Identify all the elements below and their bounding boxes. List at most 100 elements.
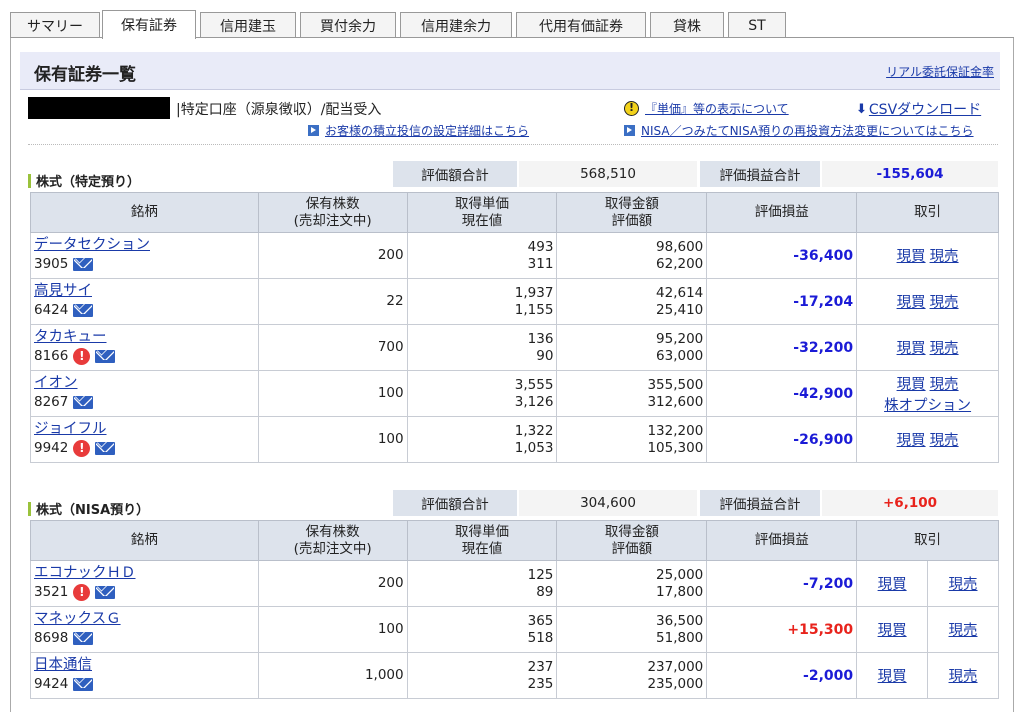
security-code: 9424 — [34, 676, 69, 692]
margin-ratio-link[interactable]: リアル委託保証金率 — [886, 63, 994, 80]
security-code-row: 3521! — [34, 582, 257, 602]
current-price: 518 — [527, 629, 554, 646]
cost-amount: 237,000 — [647, 658, 704, 675]
col-cost: 取得単価 現在値 — [406, 520, 558, 561]
security-code-row: 9942! — [34, 438, 257, 458]
security-cell: 日本通信 9424 — [30, 652, 259, 699]
mail-icon[interactable] — [73, 631, 94, 645]
tab-stock-lending[interactable]: 貸株 — [650, 12, 724, 38]
tab-holdings[interactable]: 保有証券 — [102, 10, 196, 39]
cash-sell-link[interactable]: 現売 — [949, 623, 978, 639]
qty-cell: 100 — [257, 606, 408, 653]
tab-buying-power[interactable]: 買付余力 — [300, 12, 396, 38]
cost-amount: 355,500 — [647, 376, 704, 393]
market-value: 312,600 — [647, 393, 704, 410]
nisa-reinvest-link[interactable]: NISA／つみたてNISA預りの再投資方法変更についてはこちら — [641, 122, 974, 139]
holdings-table-tokutei: 銘柄 保有株数 (売却注文中) 取得単価 現在値 取得金額 評価額 評価損益 取引 デ… — [30, 192, 999, 463]
cost-amount: 42,614 — [656, 284, 704, 301]
security-name-link[interactable]: イオン — [34, 375, 257, 392]
table-row: マネックスＧ 8698 100 365 518 36,500 51,800 +15,300 現買… — [30, 606, 999, 653]
security-code: 3521 — [34, 584, 69, 600]
table-row: ジョイフル 9942! 100 1,322 1,053 132,200 105,300 -26… — [30, 416, 999, 463]
alert-icon[interactable]: ! — [73, 439, 91, 457]
col-pl: 評価損益 — [706, 520, 858, 561]
cash-sell-link[interactable]: 現売 — [930, 341, 959, 357]
arrow-bullet-icon — [308, 125, 319, 136]
col-qty: 保有株数 (売却注文中) — [257, 192, 408, 233]
cash-sell-link[interactable]: 現売 — [930, 377, 959, 393]
cost-price-cell: 3,555 3,126 — [406, 370, 558, 417]
security-name-link[interactable]: 高見サイ — [34, 283, 257, 300]
csv-download-link[interactable]: CSVダウンロード — [869, 99, 981, 119]
tab-bar: サマリー 保有証券 信用建玉 買付余力 信用建余力 代用有価証券 貸株 ST — [10, 10, 1014, 39]
holdings-table-nisa: 銘柄 保有株数 (売却注文中) 取得単価 現在値 取得金額 評価額 評価損益 取引 エ… — [30, 520, 999, 699]
security-cell: 高見サイ 6424 — [30, 278, 259, 325]
cash-buy-link[interactable]: 現買 — [878, 669, 907, 685]
cash-buy-link[interactable]: 現買 — [897, 433, 926, 449]
qty: 100 — [377, 431, 404, 447]
alert-icon[interactable]: ! — [73, 583, 91, 601]
cash-buy-link[interactable]: 現買 — [878, 623, 907, 639]
mail-icon[interactable] — [95, 441, 116, 455]
tab-st[interactable]: ST — [728, 12, 786, 38]
unrealized-pl: -42,900 — [706, 370, 858, 417]
security-cell: タカキュー 8166! — [30, 324, 259, 371]
cost-price-cell: 1,937 1,155 — [406, 278, 558, 325]
security-code-row: 9424 — [34, 674, 257, 694]
col-trade: 取引 — [856, 520, 999, 561]
col-qty: 保有株数 (売却注文中) — [257, 520, 408, 561]
cash-buy-link[interactable]: 現買 — [878, 577, 907, 593]
security-name-link[interactable]: マネックスＧ — [34, 611, 257, 628]
tab-summary[interactable]: サマリー — [10, 12, 100, 38]
unit-price-link[interactable]: 『単価』等の表示について — [645, 100, 789, 117]
cash-sell-link[interactable]: 現売 — [930, 433, 959, 449]
tab-collateral-securities[interactable]: 代用有価証券 — [516, 12, 646, 38]
mail-icon[interactable] — [73, 257, 94, 271]
cost-unit: 136 — [527, 330, 554, 347]
security-code: 6424 — [34, 302, 69, 318]
cash-buy-link[interactable]: 現買 — [897, 377, 926, 393]
unrealized-pl: -36,400 — [706, 232, 858, 279]
security-name-link[interactable]: ジョイフル — [34, 421, 257, 438]
tab-margin-power[interactable]: 信用建余力 — [400, 12, 512, 38]
trade-cell: 現買 現売 — [856, 324, 999, 371]
security-name-link[interactable]: データセクション — [34, 237, 257, 254]
cash-sell-link[interactable]: 現売 — [949, 577, 978, 593]
cash-sell-link[interactable]: 現売 — [930, 295, 959, 311]
stock-option-link[interactable]: 株オプション — [884, 398, 971, 414]
trade-cell: 現買 現売株オプション — [856, 370, 999, 417]
mail-icon[interactable] — [95, 349, 116, 363]
tsumitate-settings-link[interactable]: お客様の積立投信の設定詳細はこちら — [325, 122, 529, 139]
cash-sell-link[interactable]: 現売 — [930, 249, 959, 265]
cash-buy-link[interactable]: 現買 — [897, 341, 926, 357]
tab-margin-positions[interactable]: 信用建玉 — [200, 12, 296, 38]
alert-icon[interactable]: ! — [73, 347, 91, 365]
mail-icon[interactable] — [95, 585, 116, 599]
amount-value-cell: 237,000 235,000 — [556, 652, 708, 699]
col-name: 銘柄 — [30, 192, 259, 233]
cash-sell-link[interactable]: 現売 — [949, 669, 978, 685]
qty: 22 — [386, 293, 404, 309]
security-name-link[interactable]: エコナックＨＤ — [34, 565, 257, 582]
total-value: 568,510 — [519, 161, 697, 187]
cost-price-cell: 125 89 — [406, 560, 558, 607]
unrealized-pl: -2,000 — [706, 652, 858, 699]
cash-buy-link[interactable]: 現買 — [897, 295, 926, 311]
mail-icon[interactable] — [73, 395, 94, 409]
security-name-link[interactable]: タカキュー — [34, 329, 257, 346]
cost-amount: 95,200 — [656, 330, 704, 347]
current-price: 311 — [527, 255, 554, 272]
cost-unit: 237 — [527, 658, 554, 675]
current-price: 89 — [536, 583, 554, 600]
trade-buy-cell: 現買 — [856, 652, 929, 699]
cash-buy-link[interactable]: 現買 — [897, 249, 926, 265]
mail-icon[interactable] — [73, 303, 94, 317]
security-cell: エコナックＨＤ 3521! — [30, 560, 259, 607]
csv-download: ⬇ CSVダウンロード — [856, 99, 981, 119]
col-amount: 取得金額 評価額 — [556, 192, 708, 233]
security-name-link[interactable]: 日本通信 — [34, 657, 257, 674]
current-price: 1,053 — [514, 439, 554, 456]
cost-unit: 365 — [527, 612, 554, 629]
mail-icon[interactable] — [73, 677, 94, 691]
amount-value-cell: 132,200 105,300 — [556, 416, 708, 463]
